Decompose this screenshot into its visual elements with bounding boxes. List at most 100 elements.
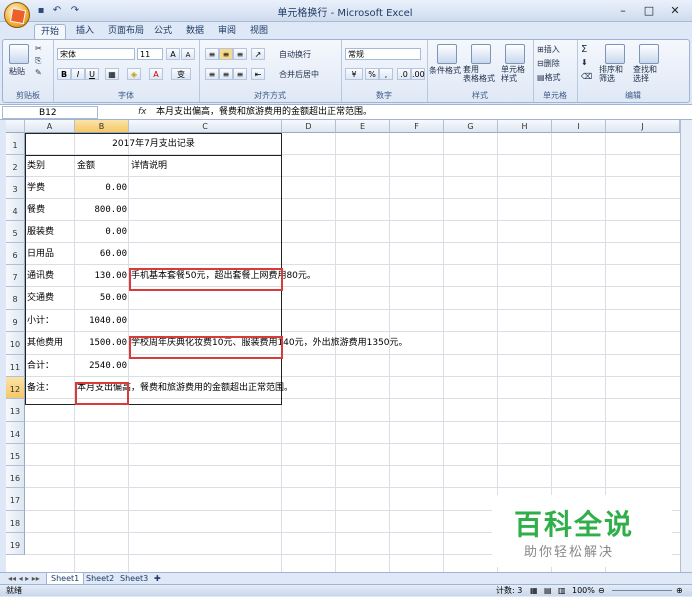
sort-filter-button[interactable]: 排序和 筛选 [599,65,623,83]
details-cell[interactable] [129,221,282,243]
align-top-icon[interactable]: ≡ [205,48,219,60]
column-header-j[interactable]: J [606,120,680,133]
fill-color-icon[interactable]: ◈ [127,68,141,80]
comma-button[interactable]: , [379,68,393,80]
column-header-a[interactable]: A [25,120,75,133]
category-cell[interactable]: 备注： [25,377,75,399]
table-format-button[interactable]: 套用 表格格式 [463,65,495,83]
row-header-8[interactable]: 8 [6,287,25,310]
row-header-4[interactable]: 4 [6,199,25,221]
category-cell[interactable]: 合计： [25,355,75,377]
clear-icon[interactable]: ⌫ [581,72,592,81]
row-header-16[interactable]: 16 [6,466,25,488]
align-center-icon[interactable]: ≡ [219,68,233,80]
sort-filter-icon[interactable] [605,44,625,64]
column-header-h[interactable]: H [498,120,552,133]
category-cell[interactable]: 学费 [25,177,75,199]
header-category-cell[interactable]: 类别 [25,155,75,177]
amount-cell[interactable]: 1040.00 [75,310,129,332]
cut-icon[interactable]: ✂ [35,44,42,53]
details-cell[interactable] [129,310,282,332]
amount-cell[interactable]: 0.00 [75,221,129,243]
font-name-select[interactable]: 宋体 [57,48,135,60]
sheet-title-cell[interactable]: 2017年7月支出记录 [25,133,282,155]
amount-cell[interactable]: 130.00 [75,265,129,287]
find-select-button[interactable]: 查找和 选择 [633,65,657,83]
category-cell[interactable]: 通讯费 [25,265,75,287]
cell-styles-icon[interactable] [505,44,525,64]
amount-cell[interactable]: 50.00 [75,287,129,310]
tab-review[interactable]: 审阅 [212,24,242,39]
row-header-10[interactable]: 10 [6,332,25,355]
amount-cell[interactable]: 60.00 [75,243,129,265]
row-header-14[interactable]: 14 [6,422,25,444]
border-icon[interactable]: ▦ [105,68,119,80]
maximize-button[interactable]: □ [636,2,662,20]
tab-formulas[interactable]: 公式 [148,24,178,39]
insert-cells-button[interactable]: ⊞插入 [537,44,560,55]
row-header-19[interactable]: 19 [6,533,25,555]
align-middle-icon[interactable]: ≡ [219,48,233,60]
column-header-e[interactable]: E [336,120,390,133]
italic-button[interactable]: I [71,68,85,80]
table-format-icon[interactable] [471,44,491,64]
row-header-9[interactable]: 9 [6,310,25,332]
autosum-button[interactable]: Σ [581,44,587,55]
header-amount-cell[interactable]: 金额 [75,155,129,177]
sheet-nav-icons[interactable]: ◂◂ ◂ ▸ ▸▸ [4,573,44,584]
amount-cell[interactable]: 0.00 [75,177,129,199]
details-cell[interactable] [129,177,282,199]
shrink-font-button[interactable]: A [181,48,195,60]
category-cell[interactable]: 餐费 [25,199,75,221]
row-header-12[interactable]: 12 [6,377,25,399]
find-select-icon[interactable] [639,44,659,64]
percent-button[interactable]: % [365,68,379,80]
insert-sheet-icon[interactable]: ✚ [150,573,165,584]
tab-insert[interactable]: 插入 [70,24,100,39]
row-header-11[interactable]: 11 [6,355,25,377]
view-normal-icon[interactable]: ▦ [530,585,538,597]
row-header-13[interactable]: 13 [6,399,25,422]
conditional-format-button[interactable]: 条件格式 [429,65,461,76]
sheet-tab-3[interactable]: Sheet3 [116,573,152,584]
details-cell[interactable] [129,377,282,399]
increase-decimal-icon[interactable]: .0 [397,68,411,80]
align-right-icon[interactable]: ≡ [233,68,247,80]
font-color-icon[interactable]: A [149,68,163,80]
cell-styles-button[interactable]: 单元格 样式 [501,65,525,83]
save-icon[interactable]: ▪ [34,4,48,18]
decrease-decimal-icon[interactable]: .00 [411,68,425,80]
sheet-tab-2[interactable]: Sheet2 [82,573,118,584]
redo-icon[interactable]: ↷ [68,4,82,18]
row-header-7[interactable]: 7 [6,265,25,287]
insert-function-icon[interactable]: fx [138,106,152,119]
column-header-g[interactable]: G [444,120,498,133]
row-header-6[interactable]: 6 [6,243,25,265]
grow-font-button[interactable]: A [166,48,180,60]
category-cell[interactable]: 小计： [25,310,75,332]
row-header-3[interactable]: 3 [6,177,25,199]
merge-center-button[interactable]: 合并后居中 [279,69,319,80]
formula-input[interactable]: 本月支出偏高，餐费和旅游费用的金额超出正常范围。 [156,106,676,119]
indent-icon[interactable]: ⇤ [251,68,265,80]
name-box[interactable]: B12 [2,106,98,119]
align-left-icon[interactable]: ≡ [205,68,219,80]
currency-icon[interactable]: ¥ [345,68,363,80]
column-header-i[interactable]: I [552,120,606,133]
row-header-2[interactable]: 2 [6,155,25,177]
row-header-17[interactable]: 17 [6,488,25,511]
column-header-c[interactable]: C [129,120,282,133]
vertical-scrollbar[interactable] [680,120,692,572]
tab-page-layout[interactable]: 页面布局 [102,24,150,39]
amount-cell[interactable]: 2540.00 [75,355,129,377]
column-header-f[interactable]: F [390,120,444,133]
details-cell[interactable] [129,199,282,221]
header-details-cell[interactable]: 详情说明 [129,155,282,177]
category-cell[interactable]: 其他费用 [25,332,75,355]
close-button[interactable]: ✕ [662,2,688,20]
zoom-slider[interactable] [612,590,672,591]
undo-icon[interactable]: ↶ [50,4,64,18]
category-cell[interactable]: 日用品 [25,243,75,265]
tab-home[interactable]: 开始 [34,24,67,40]
select-all-corner[interactable] [6,120,25,133]
